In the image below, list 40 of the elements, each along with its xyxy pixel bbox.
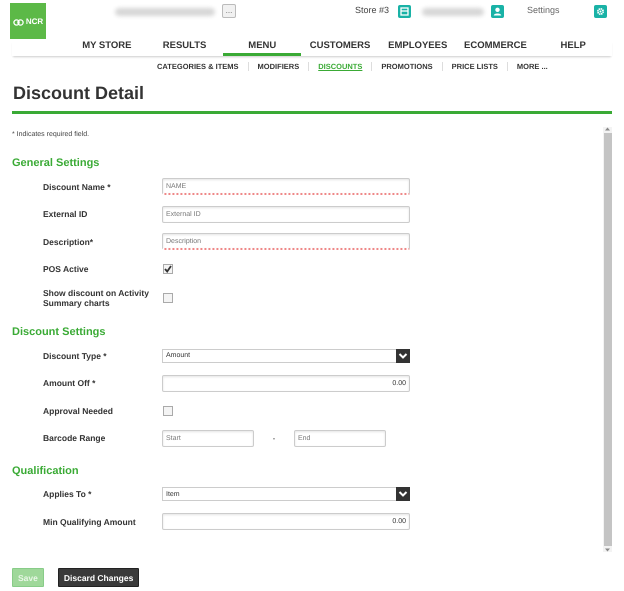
field-label: POS Active [42,264,90,274]
action-button[interactable]: Discard Changes [58,568,140,587]
section-heading: General Settings [12,156,100,170]
checkbox[interactable] [163,293,173,303]
checkbox[interactable] [163,264,173,274]
nav-tab[interactable]: HELP [534,40,612,56]
section-heading: Qualification [12,464,80,478]
field-label: Min Qualifying Amount [42,516,137,526]
page-title: Discount Detail [13,82,146,104]
scrollbar[interactable] [603,127,612,552]
store-label: Store #3 [355,5,390,15]
nav-tab[interactable]: EMPLOYEES [378,40,457,56]
ncr-logo: NCR [10,3,46,39]
settings-icon[interactable] [594,3,607,18]
settings-link[interactable]: Settings [527,5,560,15]
field-label: Discount Type * [42,350,108,360]
chevron-down-icon [396,487,410,501]
field-label: Applies To * [42,489,92,499]
field-label: External ID [42,209,88,219]
field-label: Amount Off * [42,378,96,388]
field-label: Show discount on Activity Summary charts [42,288,150,308]
nav-tab[interactable]: RESULTS [146,40,224,56]
scroll-down-icon[interactable] [605,548,610,552]
section-heading: Discount Settings [12,325,107,339]
nav-tab[interactable]: MY STORE [68,40,146,56]
scroll-up-icon[interactable] [605,127,610,131]
nav-tab[interactable]: MENU [223,40,302,56]
field-label: Barcode Range [42,433,106,443]
user-icon[interactable] [491,3,504,18]
chevron-down-icon [396,348,410,362]
checkbox[interactable] [163,406,173,416]
range-separator: - [272,434,276,442]
more-button[interactable]: ... [222,4,236,18]
field-label: Discount Name * [42,182,112,192]
nav-tab[interactable]: ECOMMERCE [456,40,534,56]
field-label: Description* [42,236,94,246]
nav-tab[interactable]: CUSTOMERS [301,40,379,56]
field-label: Approval Needed [42,406,114,416]
redacted-block [422,8,484,16]
store-icon[interactable] [398,3,412,18]
